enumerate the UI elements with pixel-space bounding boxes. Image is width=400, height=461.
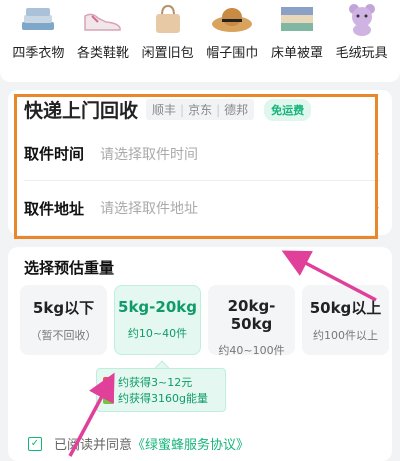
reward-cash-line: 约获得3~12元 xyxy=(103,374,219,390)
weight-option-5-20kg[interactable]: 5kg-20kg 约10~40件 xyxy=(114,285,201,355)
weight-option-sub: 约100件以上 xyxy=(313,329,378,342)
reward-cash-text: 约获得3~12元 xyxy=(118,376,193,389)
category-bags[interactable]: 闲置旧包 xyxy=(137,0,199,61)
pickup-time-placeholder[interactable]: 请选择取件时间 xyxy=(100,144,374,164)
category-shoes[interactable]: 各类鞋靴 xyxy=(72,0,134,61)
weight-option-main: 5kg以下 xyxy=(32,299,95,317)
clothes-icon xyxy=(7,2,69,36)
category-label: 毛绒玩具 xyxy=(335,46,388,61)
energy-icon xyxy=(103,392,114,404)
pickup-address-row[interactable]: 取件地址 请选择取件地址 › xyxy=(24,181,380,235)
category-hats[interactable]: 帽子围巾 xyxy=(201,0,263,61)
pickup-time-row[interactable]: 取件时间 请选择取件时间 › xyxy=(24,127,380,181)
category-strip: 四季衣物 各类鞋靴 闲置旧包 帽子围巾 床单被罩 毛绒玩具 xyxy=(0,0,400,82)
pickup-address-label: 取件地址 xyxy=(24,199,85,218)
weight-option-under-5kg[interactable]: 5kg以下 （暂不回收） xyxy=(20,285,107,355)
weight-option-sub: （暂不回收） xyxy=(30,329,97,342)
weight-option-20-50kg[interactable]: 20kg-50kg 约40~100件 xyxy=(208,285,295,357)
category-plush[interactable]: 毛绒玩具 xyxy=(331,0,393,61)
weight-option-sub: 约40~100件 xyxy=(218,344,285,357)
bedding-icon xyxy=(266,2,328,36)
free-shipping-badge: 免运费 xyxy=(264,98,312,121)
agreement-prefix: 已阅读并同意 xyxy=(54,438,133,453)
carrier-name: 顺丰 xyxy=(152,103,177,117)
category-label: 各类鞋靴 xyxy=(76,46,129,61)
chevron-right-icon: › xyxy=(374,145,380,162)
agreement-link[interactable]: 《绿蜜蜂服务协议》 xyxy=(132,434,249,453)
pickup-form-card: 快递上门回收 顺丰 | 京东 | 德邦 免运费 取件时间 请选择取件时间 › 取件地址 … xyxy=(8,90,392,235)
agreement-checkbox[interactable]: ✓ xyxy=(28,436,42,451)
agreement-row: ✓ 已阅读并同意 《绿蜜蜂服务协议》 xyxy=(28,434,249,453)
carrier-name: 德邦 xyxy=(224,103,249,117)
reward-energy-text: 约获得3160g能量 xyxy=(118,392,208,405)
shoe-icon xyxy=(72,2,134,36)
weight-option-sub: 约10~40件 xyxy=(127,327,188,340)
category-label: 四季衣物 xyxy=(12,46,65,61)
weight-option-main: 50kg以上 xyxy=(309,299,382,317)
weight-title: 选择预估重量 xyxy=(24,259,115,277)
carrier-list: 顺丰 | 京东 | 德邦 xyxy=(146,99,255,120)
red-packet-icon xyxy=(103,376,114,388)
carrier-name: 京东 xyxy=(188,103,213,117)
pickup-header: 快递上门回收 顺丰 | 京东 | 德邦 免运费 xyxy=(24,96,312,123)
pickup-time-label: 取件时间 xyxy=(24,145,85,163)
pickup-address-placeholder[interactable]: 请选择取件地址 xyxy=(100,198,374,218)
category-label: 帽子围巾 xyxy=(206,46,259,61)
weight-option-over-50kg[interactable]: 50kg以上 约100件以上 xyxy=(302,285,389,355)
category-label: 床单被罩 xyxy=(270,46,323,61)
plush-toy-icon xyxy=(331,2,393,36)
weight-option-main: 20kg-50kg xyxy=(227,297,276,333)
hat-icon xyxy=(201,2,263,36)
category-clothes[interactable]: 四季衣物 xyxy=(7,0,69,61)
reward-tooltip: 约获得3~12元 约获得3160g能量 xyxy=(96,368,226,412)
chevron-right-icon: › xyxy=(374,200,380,216)
bag-icon xyxy=(137,2,199,36)
category-label: 闲置旧包 xyxy=(141,46,194,61)
weight-card: 选择预估重量 5kg以下 （暂不回收） 5kg-20kg 约10~40件 20k… xyxy=(8,247,392,461)
reward-energy-line: 约获得3160g能量 xyxy=(103,390,219,406)
weight-option-main: 5kg-20kg xyxy=(118,298,197,316)
category-bedding[interactable]: 床单被罩 xyxy=(266,0,328,61)
pickup-title: 快递上门回收 xyxy=(24,100,139,122)
